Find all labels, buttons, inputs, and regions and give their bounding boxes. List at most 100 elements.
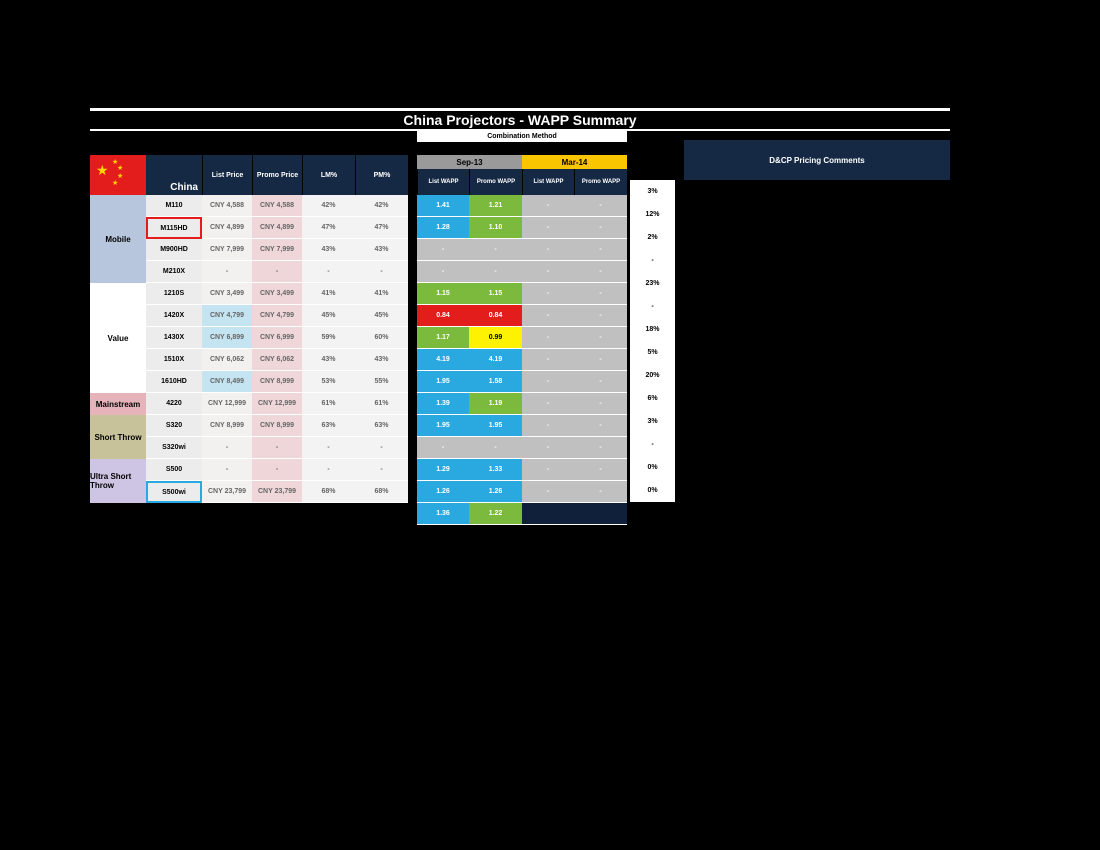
list-wapp-cell: 1.28 xyxy=(417,217,469,239)
model-cell: 1420X xyxy=(146,305,202,327)
list-wapp2-cell: - xyxy=(522,195,574,217)
model-cell: 4220 xyxy=(146,393,202,415)
lm-cell: 41% xyxy=(302,283,355,305)
percent-column: 3%12%2%-23%-18%5%20%6%3%-0%0% xyxy=(630,180,675,502)
lm-cell: - xyxy=(302,437,355,459)
period-mar14: Mar-14 xyxy=(522,155,627,169)
lm-cell: 47% xyxy=(302,217,355,239)
list-wapp2-cell: - xyxy=(522,217,574,239)
pm-cell: 63% xyxy=(355,415,408,437)
pm-cell: 45% xyxy=(355,305,408,327)
sub-list-wapp-2: List WAPP xyxy=(522,169,574,195)
pm-cell: 43% xyxy=(355,239,408,261)
list-price-cell: - xyxy=(202,437,252,459)
total-lw2: #DIV/0! xyxy=(522,503,574,525)
pct-cell: 23% xyxy=(630,272,675,295)
list-wapp2-cell: - xyxy=(522,371,574,393)
lm-cell: 59% xyxy=(302,327,355,349)
promo-wapp-cell: - xyxy=(469,437,522,459)
lm-cell: 43% xyxy=(302,239,355,261)
promo-wapp-cell: 1.19 xyxy=(469,393,522,415)
list-price-cell: - xyxy=(202,261,252,283)
promo-wapp-cell: 1.15 xyxy=(469,283,522,305)
promo-wapp-cell: 1.58 xyxy=(469,371,522,393)
model-cell: S320wi xyxy=(146,437,202,459)
model-cell: S320 xyxy=(146,415,202,437)
promo-price-cell: CNY 4,799 xyxy=(252,305,302,327)
model-cell: M115HD xyxy=(146,217,202,239)
list-price-cell: CNY 12,999 xyxy=(202,393,252,415)
list-wapp2-cell: - xyxy=(522,393,574,415)
promo-wapp-cell: 4.19 xyxy=(469,349,522,371)
list-wapp-cell: 1.41 xyxy=(417,195,469,217)
country-label: China xyxy=(146,155,202,195)
list-wapp-cell: - xyxy=(417,261,469,283)
sub-list-wapp-1: List WAPP xyxy=(417,169,469,195)
promo-wapp2-cell: - xyxy=(574,305,627,327)
model-cell: 1510X xyxy=(146,349,202,371)
list-wapp-cell: 1.95 xyxy=(417,415,469,437)
list-price-cell: CNY 4,899 xyxy=(202,217,252,239)
promo-price-cell: CNY 8,999 xyxy=(252,371,302,393)
category-mobile: Mobile xyxy=(90,195,146,283)
total-pw: 1.22 xyxy=(469,503,522,525)
promo-wapp2-cell: - xyxy=(574,283,627,305)
model-cell: 1430X xyxy=(146,327,202,349)
list-price-cell: CNY 7,999 xyxy=(202,239,252,261)
list-price-cell: CNY 6,899 xyxy=(202,327,252,349)
promo-wapp-cell: 1.10 xyxy=(469,217,522,239)
promo-price-cell: - xyxy=(252,437,302,459)
wapp-summary-sheet: China Projectors - WAPP Summary Combinat… xyxy=(90,108,1045,525)
pct-cell: - xyxy=(630,433,675,456)
list-price-cell: CNY 3,499 xyxy=(202,283,252,305)
list-wapp-cell: - xyxy=(417,437,469,459)
promo-price-cell: CNY 12,999 xyxy=(252,393,302,415)
list-wapp-cell: 1.39 xyxy=(417,393,469,415)
col-pm: PM% xyxy=(355,155,408,195)
promo-wapp-cell: 1.21 xyxy=(469,195,522,217)
lm-cell: 43% xyxy=(302,349,355,371)
list-price-cell: CNY 4,588 xyxy=(202,195,252,217)
list-wapp-cell: 0.84 xyxy=(417,305,469,327)
promo-wapp-cell: 1.26 xyxy=(469,481,522,503)
combination-method-label: Combination Method xyxy=(417,131,627,142)
list-wapp-cell: 1.15 xyxy=(417,283,469,305)
promo-wapp-cell: 0.99 xyxy=(469,327,522,349)
model-cell: S500wi xyxy=(146,481,202,503)
list-wapp-cell: 1.95 xyxy=(417,371,469,393)
list-wapp2-cell: - xyxy=(522,481,574,503)
category-short-throw: Short Throw xyxy=(90,415,146,459)
pm-cell: 55% xyxy=(355,371,408,393)
pm-cell: 43% xyxy=(355,349,408,371)
lm-cell: 63% xyxy=(302,415,355,437)
promo-price-cell: CNY 23,799 xyxy=(252,481,302,503)
pct-cell: 0% xyxy=(630,479,675,502)
pm-cell: 61% xyxy=(355,393,408,415)
lm-cell: - xyxy=(302,459,355,481)
col-promo-price: Promo Price xyxy=(252,155,302,195)
pm-cell: - xyxy=(355,437,408,459)
promo-wapp2-cell: - xyxy=(574,217,627,239)
pct-cell: 3% xyxy=(630,180,675,203)
flag-china: ★ ★ ★ ★ ★ xyxy=(90,155,146,195)
category-mainstream: Mainstream xyxy=(90,393,146,415)
promo-price-cell: CNY 3,499 xyxy=(252,283,302,305)
promo-price-cell: CNY 8,999 xyxy=(252,415,302,437)
list-price-cell: CNY 4,799 xyxy=(202,305,252,327)
data-rows: MobileM110CNY 4,588CNY 4,58842%42%1.411.… xyxy=(90,195,1045,503)
promo-wapp2-cell: - xyxy=(574,261,627,283)
pct-cell: 0% xyxy=(630,456,675,479)
pm-cell: 68% xyxy=(355,481,408,503)
pct-cell: 6% xyxy=(630,387,675,410)
model-cell: S500 xyxy=(146,459,202,481)
promo-wapp2-cell: - xyxy=(574,393,627,415)
total-pw2: #DIV/0! xyxy=(574,503,627,525)
list-price-cell: CNY 8,999 xyxy=(202,415,252,437)
promo-wapp-cell: - xyxy=(469,261,522,283)
pm-cell: - xyxy=(355,261,408,283)
promo-wapp2-cell: - xyxy=(574,459,627,481)
promo-wapp2-cell: - xyxy=(574,481,627,503)
pct-cell: 5% xyxy=(630,341,675,364)
page-title: China Projectors - WAPP Summary xyxy=(90,108,950,131)
list-price-cell: CNY 8,499 xyxy=(202,371,252,393)
